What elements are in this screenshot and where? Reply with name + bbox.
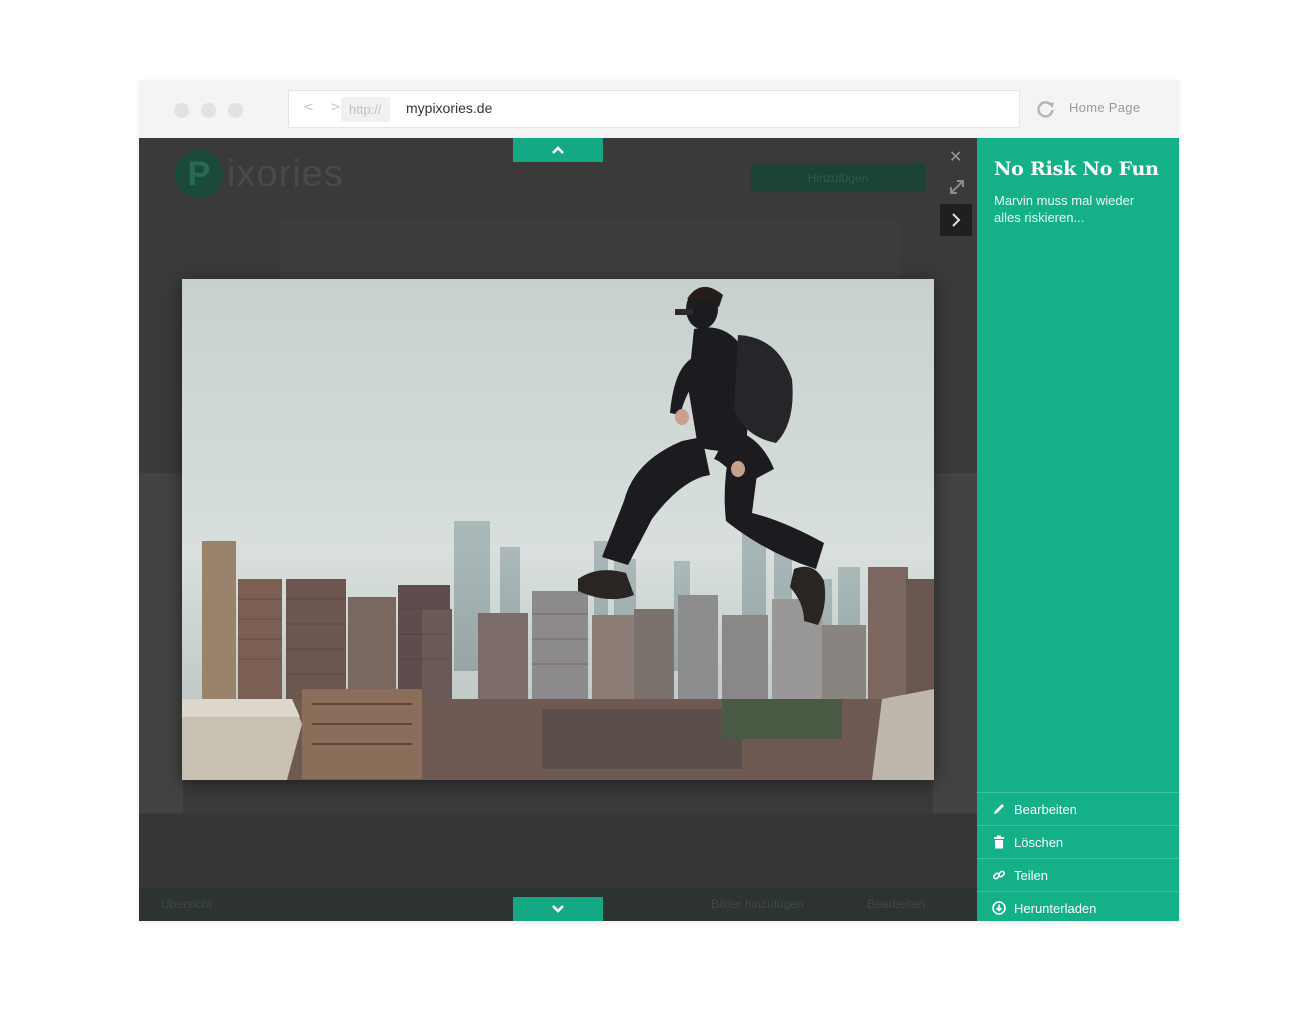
- trash-icon: [994, 835, 1004, 849]
- image-title: No Risk No Fun: [994, 158, 1159, 180]
- chevron-right-icon: [952, 213, 961, 227]
- close-icon[interactable]: ✕: [949, 147, 962, 166]
- download-button[interactable]: Herunterladen: [977, 891, 1179, 921]
- download-icon: [992, 901, 1006, 915]
- city-jump-photo: [182, 279, 934, 780]
- url-protocol: http://: [341, 97, 390, 122]
- next-tab-button[interactable]: [513, 897, 603, 921]
- logo-text: ixories: [227, 152, 344, 195]
- background-logo: P ixories: [175, 150, 344, 198]
- page-viewport: P ixories Hinzufügen Übersicht Bilder hi…: [139, 138, 1179, 921]
- url-domain[interactable]: mypixories.de: [406, 100, 492, 116]
- logo-badge: P: [175, 150, 223, 198]
- edit-label: Bearbeiten: [1014, 801, 1077, 817]
- browser-window: < > http:// mypixories.de Home Page P ix…: [139, 80, 1179, 921]
- delete-button[interactable]: Löschen: [977, 825, 1179, 858]
- window-close-dot[interactable]: [174, 103, 189, 118]
- lightbox-photo[interactable]: [182, 279, 934, 780]
- image-description: Marvin muss mal wieder alles riskieren..…: [994, 193, 1135, 225]
- window-minimize-dot[interactable]: [201, 103, 216, 118]
- background-add-images-link: Bilder hinzufügen: [711, 897, 804, 911]
- expand-icon[interactable]: [948, 178, 966, 196]
- share-button[interactable]: Teilen: [977, 858, 1179, 891]
- background-add-button: Hinzufügen: [751, 164, 925, 192]
- dimmed-background-page: P ixories Hinzufügen Übersicht Bilder hi…: [139, 138, 977, 921]
- edit-button[interactable]: Bearbeiten: [977, 792, 1179, 825]
- next-image-button[interactable]: [940, 204, 972, 236]
- chevron-down-icon: [552, 905, 564, 913]
- home-page-link[interactable]: Home Page: [1069, 100, 1140, 115]
- background-edit-link: Bearbeiten: [867, 897, 926, 911]
- pencil-icon: [994, 804, 1004, 814]
- background-overview-link: Übersicht: [161, 897, 212, 911]
- background-right-panel: [933, 473, 977, 813]
- background-tiles: [279, 220, 899, 280]
- previous-tab-button[interactable]: [513, 138, 603, 162]
- share-label: Teilen: [1014, 867, 1048, 883]
- link-icon: [992, 870, 1006, 880]
- chevron-up-icon: [552, 146, 564, 154]
- image-actions: Bearbeiten Löschen Teilen Herunterladen: [977, 792, 1179, 921]
- browser-toolbar: < > http:// mypixories.de Home Page: [139, 80, 1179, 138]
- reload-icon[interactable]: [1036, 99, 1056, 119]
- window-maximize-dot[interactable]: [228, 103, 243, 118]
- delete-label: Löschen: [1014, 834, 1064, 850]
- download-label: Herunterladen: [1014, 900, 1097, 916]
- background-left-panel: [139, 473, 183, 813]
- address-bar[interactable]: < > http:// mypixories.de: [288, 90, 1020, 128]
- background-thumbnail-strip: [139, 814, 977, 888]
- image-info-sidebar: No Risk No Fun Marvin muss mal wieder al…: [977, 138, 1179, 921]
